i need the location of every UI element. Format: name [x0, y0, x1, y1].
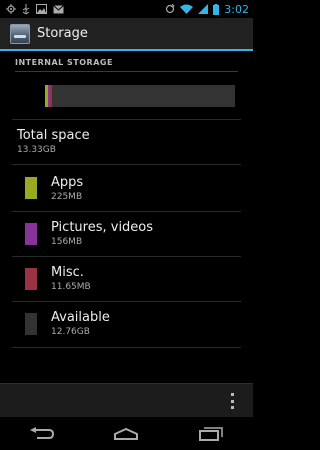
- navigation-bar: [0, 417, 253, 450]
- total-space-value: 13.33GB: [17, 145, 56, 155]
- category-value: 225MB: [51, 192, 83, 202]
- category-row-pictures-videos[interactable]: Pictures, videos 156MB: [0, 212, 253, 257]
- total-space-row: Total space 13.33GB: [17, 128, 90, 156]
- battery-icon: [213, 3, 220, 15]
- category-row-available[interactable]: Available 12.76GB: [0, 302, 253, 347]
- signal-icon: [198, 4, 209, 14]
- back-button[interactable]: [22, 422, 62, 446]
- notification-icons: [0, 3, 64, 15]
- apps-color-swatch: [25, 177, 37, 199]
- category-value: 12.76GB: [51, 327, 90, 337]
- usage-segment-available: [51, 85, 235, 107]
- bottom-action-bar: [0, 383, 253, 417]
- gmail-icon: [53, 4, 64, 13]
- available-color-swatch: [25, 313, 37, 335]
- category-row-apps[interactable]: Apps 225MB: [0, 166, 253, 211]
- pictures-videos-color-swatch: [25, 223, 37, 245]
- home-button[interactable]: [106, 422, 146, 446]
- recent-apps-button[interactable]: [191, 422, 231, 446]
- divider: [12, 164, 241, 165]
- back-icon: [30, 426, 55, 439]
- system-icons: 3:02: [165, 0, 249, 18]
- storage-content: INTERNAL STORAGE Total space 13.33GB App…: [0, 53, 253, 383]
- gps-icon: [6, 4, 16, 14]
- category-label: Available: [51, 310, 110, 325]
- divider: [12, 119, 241, 120]
- action-bar: Storage: [0, 18, 253, 51]
- screen: 3:02 Storage INTERNAL STORAGE Total spac…: [0, 0, 253, 450]
- category-value: 156MB: [51, 237, 83, 247]
- storage-usage-bar: [45, 85, 235, 107]
- recent-apps-icon: [198, 426, 223, 441]
- misc-color-swatch: [25, 268, 37, 290]
- clock: 3:02: [224, 2, 249, 16]
- usb-icon: [22, 3, 30, 14]
- divider: [12, 347, 241, 348]
- page-title: Storage: [37, 26, 88, 41]
- category-row-misc[interactable]: Misc. 11.65MB: [0, 257, 253, 302]
- overflow-menu-icon[interactable]: [229, 393, 235, 409]
- sync-icon: [166, 4, 176, 14]
- category-label: Apps: [51, 175, 84, 190]
- category-label: Pictures, videos: [51, 220, 154, 235]
- wifi-icon: [180, 4, 194, 14]
- category-label: Misc.: [51, 265, 84, 280]
- home-icon: [114, 427, 139, 440]
- category-value: 11.65MB: [51, 282, 91, 292]
- image-icon: [36, 4, 47, 14]
- total-space-label: Total space: [17, 128, 90, 143]
- storage-settings-icon[interactable]: [10, 23, 30, 44]
- section-header-internal-storage: INTERNAL STORAGE: [15, 58, 238, 72]
- status-bar: 3:02: [0, 0, 253, 18]
